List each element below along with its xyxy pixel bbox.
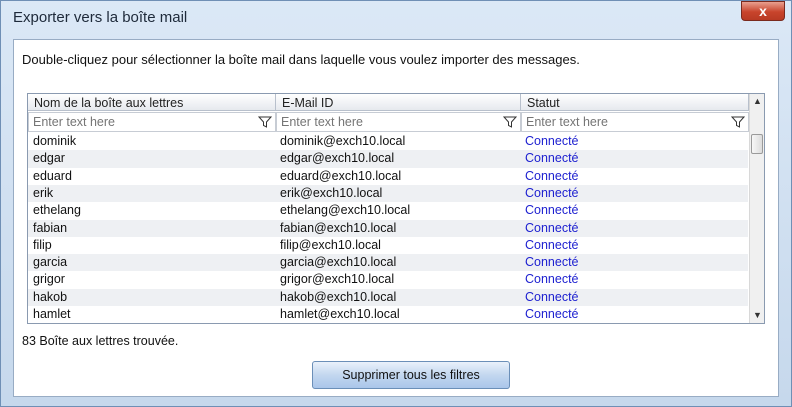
- cell-mailbox-name: erik: [33, 185, 54, 200]
- cell-email-id: dominik@exch10.local: [280, 134, 406, 148]
- cell-status: Connecté: [525, 134, 579, 148]
- cell-mailbox-name: filip: [33, 237, 52, 252]
- cell-email-id: hamlet@exch10.local: [280, 307, 400, 321]
- vertical-scrollbar[interactable]: ▲ ▼: [749, 94, 764, 323]
- scroll-up-arrow-icon[interactable]: ▲: [750, 94, 764, 109]
- filter-mailbox-name: [28, 112, 276, 132]
- table-row[interactable]: fabian fabian@exch10.local Connecté: [28, 219, 748, 237]
- column-header-email-id[interactable]: E-Mail ID: [276, 94, 521, 111]
- mailbox-count-status: 83 Boîte aux lettres trouvée.: [22, 334, 179, 348]
- title-bar: Exporter vers la boîte mail x: [1, 1, 791, 35]
- cell-email-id: fabian@exch10.local: [280, 220, 397, 235]
- window-title: Exporter vers la boîte mail: [13, 9, 188, 26]
- cell-status: Connecté: [525, 255, 579, 270]
- filter-funnel-icon[interactable]: [731, 115, 745, 129]
- cell-status: Connecté: [525, 237, 579, 252]
- filter-funnel-icon[interactable]: [258, 115, 272, 129]
- cell-email-id: garcia@exch10.local: [280, 255, 397, 270]
- cell-mailbox-name: hakob: [33, 289, 68, 304]
- table-row[interactable]: ethelang ethelang@exch10.local Connecté: [28, 202, 748, 219]
- cell-email-id: erik@exch10.local: [280, 185, 383, 200]
- filter-status: [521, 112, 749, 132]
- cell-status: Connecté: [525, 151, 579, 166]
- cell-email-id: eduard@exch10.local: [280, 168, 402, 183]
- table-row[interactable]: eduard eduard@exch10.local Connecté: [28, 168, 748, 185]
- scroll-down-arrow-icon[interactable]: ▼: [750, 308, 764, 323]
- cell-email-id: filip@exch10.local: [280, 237, 381, 252]
- cell-mailbox-name: hamlet: [33, 307, 71, 321]
- dialog-panel: Double-cliquez pour sélectionner la boît…: [13, 39, 779, 397]
- cell-email-id: grigor@exch10.local: [280, 272, 395, 287]
- scroll-thumb[interactable]: [751, 134, 763, 154]
- cell-email-id: edgar@exch10.local: [280, 151, 395, 166]
- cell-mailbox-name: eduard: [33, 168, 72, 183]
- table-row[interactable]: erik erik@exch10.local Connecté: [28, 184, 748, 203]
- cell-mailbox-name: fabian: [33, 220, 68, 235]
- cell-mailbox-name: edgar: [33, 151, 65, 166]
- filter-input-mailbox-name[interactable]: [29, 113, 233, 130]
- table-row[interactable]: filip filip@exch10.local Connecté: [28, 237, 748, 254]
- cell-email-id: hakob@exch10.local: [280, 289, 397, 304]
- cell-mailbox-name: garcia: [33, 255, 68, 270]
- column-header-mailbox-name[interactable]: Nom de la boîte aux lettres: [28, 94, 276, 111]
- table-row[interactable]: grigor grigor@exch10.local Connecté: [28, 271, 748, 288]
- cell-status: Connecté: [525, 203, 579, 218]
- cell-mailbox-name: ethelang: [33, 203, 81, 218]
- filter-email-id: [276, 112, 521, 132]
- clear-all-filters-button[interactable]: Supprimer tous les filtres: [312, 361, 510, 389]
- cell-mailbox-name: grigor: [33, 272, 65, 287]
- table-row[interactable]: edgar edgar@exch10.local Connecté: [28, 150, 748, 168]
- column-header-status[interactable]: Statut: [521, 94, 749, 111]
- table-row[interactable]: dominik dominik@exch10.local Connecté: [28, 133, 748, 150]
- filter-input-status[interactable]: [522, 113, 726, 130]
- cell-mailbox-name: dominik: [33, 134, 77, 148]
- cell-status: Connecté: [525, 220, 579, 235]
- instruction-text: Double-cliquez pour sélectionner la boît…: [22, 52, 580, 67]
- filter-funnel-icon[interactable]: [503, 115, 517, 129]
- cell-status: Connecté: [525, 307, 579, 321]
- cell-email-id: ethelang@exch10.local: [280, 203, 411, 218]
- mailbox-grid: Nom de la boîte aux lettres E-Mail ID St…: [27, 93, 765, 324]
- table-row[interactable]: hamlet hamlet@exch10.local Connecté: [28, 306, 748, 323]
- cell-status: Connecté: [525, 272, 579, 287]
- export-dialog: Exporter vers la boîte mail x Double-cli…: [0, 0, 792, 407]
- cell-status: Connecté: [525, 185, 579, 200]
- filter-input-email-id[interactable]: [277, 113, 481, 130]
- cell-status: Connecté: [525, 168, 579, 183]
- close-button[interactable]: x: [741, 1, 785, 21]
- table-row[interactable]: garcia garcia@exch10.local Connecté: [28, 254, 748, 272]
- cell-status: Connecté: [525, 289, 579, 304]
- table-row[interactable]: hakob hakob@exch10.local Connecté: [28, 288, 748, 306]
